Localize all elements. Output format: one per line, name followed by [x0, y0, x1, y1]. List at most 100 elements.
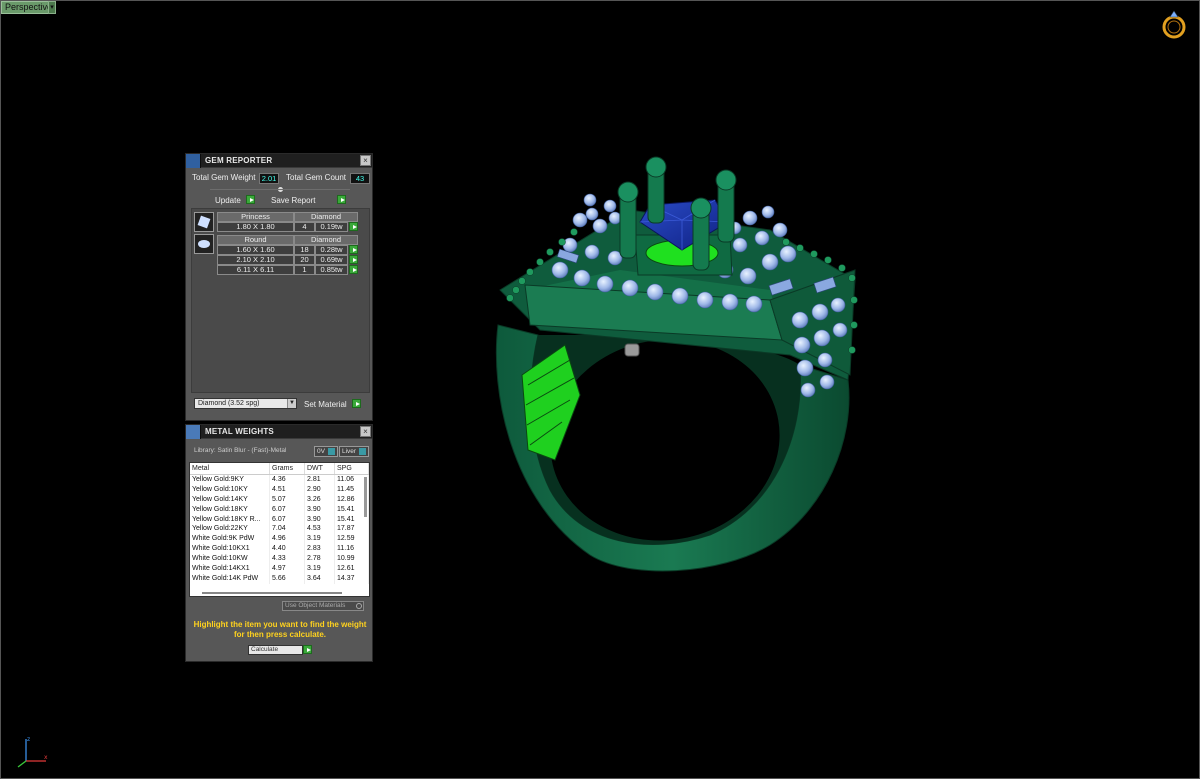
table-cell: Yellow Gold:22KY — [190, 524, 270, 535]
chevron-down-icon[interactable]: ▼ — [287, 399, 296, 408]
table-cell: 12.61 — [335, 564, 369, 574]
table-row[interactable]: White Gold:14K PdW 5.66 3.64 14.37 — [190, 573, 369, 584]
horizontal-scrollbar[interactable] — [202, 592, 342, 594]
metal-weights-titlebar[interactable]: METAL WEIGHTS × — [186, 424, 372, 439]
table-cell: Yellow Gold:18KY — [190, 504, 270, 515]
gem-weight: 0.69tw — [315, 255, 348, 265]
view-mode-label: Perspective — [5, 2, 53, 12]
gem-size: 1.80 X 1.80 — [217, 222, 294, 232]
total-gem-count-value: 43 — [350, 173, 370, 184]
table-cell: 3.90 — [305, 514, 335, 525]
table-cell: Yellow Gold:9KY — [190, 475, 270, 485]
table-cell: 3.64 — [305, 573, 335, 584]
total-gem-weight-label: Total Gem Weight — [192, 173, 256, 182]
table-cell: White Gold:10KW — [190, 554, 270, 565]
gem-select-button[interactable] — [349, 255, 358, 264]
table-cell: Yellow Gold:18KY R... — [190, 514, 270, 525]
vertical-scrollbar[interactable] — [364, 477, 367, 517]
table-cell: 11.16 — [335, 544, 369, 555]
table-row[interactable]: Yellow Gold:18KY R... 6.07 3.90 15.41 — [190, 514, 369, 525]
gem-group-shape: Princess — [217, 212, 294, 222]
instruction-hint: Highlight the item you want to find the … — [193, 620, 367, 639]
metal-table[interactable]: Metal Grams DWT SPG Yellow Gold:9KY 4.36 2… — [189, 462, 370, 597]
table-row[interactable]: White Gold:9K PdW 4.96 3.19 12.59 — [190, 534, 369, 545]
round-gem-thumbnail[interactable] — [194, 234, 214, 254]
gem-count: 1 — [294, 265, 315, 275]
table-row[interactable]: White Gold:10KW 4.33 2.78 10.99 — [190, 554, 369, 565]
gem-size: 6.11 X 6.11 — [217, 265, 294, 275]
gem-select-button[interactable] — [349, 265, 358, 274]
gem-count: 20 — [294, 255, 315, 265]
total-gem-count-label: Total Gem Count — [286, 173, 347, 182]
table-cell: 4.33 — [270, 554, 305, 565]
table-row[interactable]: Yellow Gold:14KY 5.07 3.26 12.86 — [190, 494, 369, 505]
save-report-label: Save Report — [271, 196, 316, 205]
gem-group-material: Diamond — [294, 235, 358, 245]
calculate-button[interactable] — [303, 645, 312, 654]
library-label: Library: Satin Blur - (Fast)-Metal — [194, 447, 287, 454]
gem-select-button[interactable] — [349, 245, 358, 254]
column-grams[interactable]: Grams — [270, 463, 305, 474]
table-cell: 2.81 — [305, 475, 335, 485]
gem-group-shape: Round — [217, 235, 294, 245]
material-select-value: Diamond (3.52 spg) — [198, 400, 260, 407]
save-report-button[interactable] — [337, 195, 346, 204]
table-cell: White Gold:14KX1 — [190, 564, 270, 574]
liver-toggle[interactable]: Liver — [339, 446, 370, 457]
table-cell: 3.19 — [305, 564, 335, 574]
gem-size: 1.60 X 1.60 — [217, 245, 294, 255]
update-button[interactable] — [246, 195, 255, 204]
table-row[interactable]: White Gold:10KX1 4.40 2.83 11.16 — [190, 544, 369, 555]
set-material-button[interactable] — [352, 399, 361, 408]
view-mode-dropdown-icon[interactable]: ▾ — [48, 1, 56, 14]
table-cell: 5.66 — [270, 573, 305, 584]
gem-reporter-titlebar[interactable]: GEM REPORTER × — [186, 153, 372, 168]
table-cell: 5.07 — [270, 494, 305, 505]
table-cell: Yellow Gold:14KY — [190, 494, 270, 505]
table-row[interactable]: Yellow Gold:18KY 6.07 3.90 15.41 — [190, 504, 369, 515]
calculate-label: Calculate — [251, 646, 279, 653]
ov-toggle[interactable]: 0V — [314, 446, 338, 457]
table-cell: 3.19 — [305, 534, 335, 545]
gem-count: 18 — [294, 245, 315, 255]
gem-reporter-panel: GEM REPORTER × Total Gem Weight 2.01 Tot… — [185, 153, 373, 421]
column-dwt[interactable]: DWT — [305, 463, 335, 474]
column-metal[interactable]: Metal — [190, 463, 270, 474]
table-cell: White Gold:14K PdW — [190, 573, 270, 584]
table-cell: 14.37 — [335, 573, 369, 584]
ring-model[interactable] — [470, 150, 870, 580]
svg-text:x: x — [44, 754, 48, 761]
metal-weights-title: METAL WEIGHTS — [205, 427, 274, 436]
table-cell: 17.87 — [335, 524, 369, 535]
close-icon[interactable]: × — [360, 155, 371, 166]
table-cell: 7.04 — [270, 524, 305, 535]
3d-viewport[interactable]: Perspective ▾ z x — [0, 0, 1200, 779]
material-select[interactable]: Diamond (3.52 spg) ▼ — [194, 398, 297, 409]
use-object-materials-checkbox[interactable] — [356, 603, 362, 609]
ring-logo-icon[interactable] — [1160, 9, 1188, 39]
liver-checkbox[interactable] — [359, 448, 367, 455]
use-object-materials-toggle[interactable]: Use Object Materials — [282, 601, 364, 611]
table-row[interactable]: Yellow Gold:10KY 4.51 2.90 11.45 — [190, 484, 369, 495]
table-cell: 4.97 — [270, 564, 305, 574]
column-spg[interactable]: SPG — [335, 463, 369, 474]
close-icon[interactable]: × — [360, 426, 371, 437]
table-cell: 4.40 — [270, 544, 305, 555]
table-cell: 12.59 — [335, 534, 369, 545]
ov-checkbox[interactable] — [327, 448, 335, 455]
table-cell: 10.99 — [335, 554, 369, 565]
total-gem-weight-value: 2.01 — [259, 173, 279, 184]
table-cell: 2.90 — [305, 484, 335, 495]
ov-label: 0V — [317, 448, 325, 455]
gem-select-button[interactable] — [349, 222, 358, 231]
table-row[interactable]: Yellow Gold:9KY 4.36 2.81 11.06 — [190, 475, 369, 485]
metal-table-header: Metal Grams DWT SPG — [190, 463, 369, 475]
table-row[interactable]: Yellow Gold:22KY 7.04 4.53 17.87 — [190, 524, 369, 535]
calculate-select[interactable]: Calculate — [248, 645, 303, 655]
divider — [210, 189, 350, 190]
gem-weight: 0.85tw — [315, 265, 348, 275]
princess-gem-thumbnail[interactable] — [194, 212, 214, 232]
table-row[interactable]: White Gold:14KX1 4.97 3.19 12.61 — [190, 564, 369, 574]
gem-group-material: Diamond — [294, 212, 358, 222]
table-cell: 2.83 — [305, 544, 335, 555]
